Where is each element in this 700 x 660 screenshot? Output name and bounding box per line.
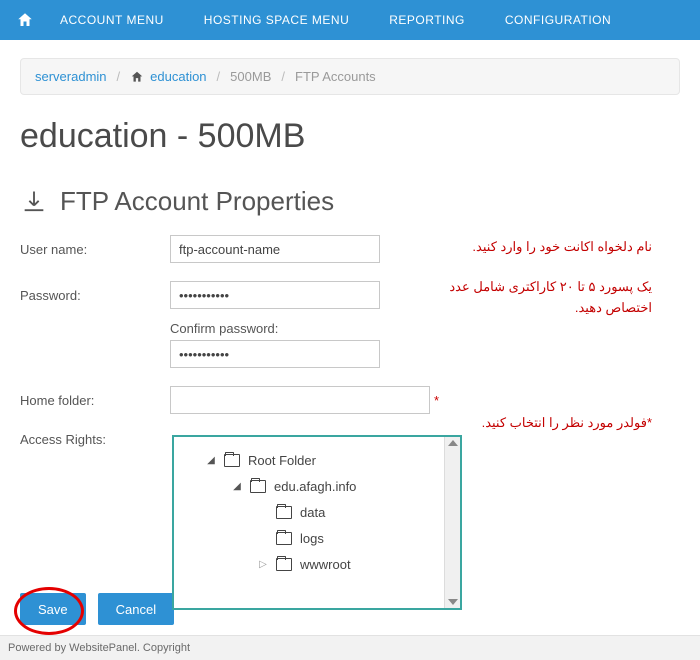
tree-item-root[interactable]: ◢ Root Folder — [180, 447, 454, 473]
scroll-up-icon[interactable] — [448, 440, 458, 446]
breadcrumb-sep: / — [217, 69, 221, 84]
folder-icon — [276, 558, 292, 571]
nav-hosting-space-menu[interactable]: HOSTING SPACE MENU — [184, 0, 369, 40]
tree-item-label: data — [300, 505, 325, 520]
breadcrumb-sep: / — [117, 69, 121, 84]
tree-item-domain[interactable]: ◢ edu.afagh.info — [180, 473, 454, 499]
tree-item-logs[interactable]: logs — [180, 525, 454, 551]
cancel-button[interactable]: Cancel — [98, 593, 174, 625]
breadcrumb-sep: / — [281, 69, 285, 84]
folder-icon — [224, 454, 240, 467]
nav-configuration[interactable]: CONFIGURATION — [485, 0, 631, 40]
annotation-username: نام دلخواه اکانت خود را وارد کنید. — [472, 237, 652, 258]
tree-item-label: wwwroot — [300, 557, 351, 572]
required-mark: * — [434, 393, 439, 408]
nav-reporting[interactable]: REPORTING — [369, 0, 485, 40]
scroll-down-icon[interactable] — [448, 599, 458, 605]
confirm-password-input[interactable] — [170, 340, 380, 368]
tree-expander-icon[interactable]: ◢ — [206, 455, 216, 466]
annotation-password: یک پسورد ۵ تا ۲۰ کاراکتری شامل عدد اختصا… — [422, 277, 652, 319]
download-icon — [20, 188, 48, 216]
folder-icon — [250, 480, 266, 493]
section-title: FTP Account Properties — [60, 186, 334, 217]
breadcrumb: serveradmin / education / 500MB / FTP Ac… — [20, 58, 680, 95]
folder-tree-dropdown: ◢ Root Folder ◢ edu.afagh.info data logs… — [172, 435, 462, 610]
tree-item-label: edu.afagh.info — [274, 479, 356, 494]
row-confirm-password: Confirm password: — [170, 321, 680, 368]
page-title: education - 500MB — [20, 117, 680, 156]
scrollbar[interactable] — [444, 437, 460, 608]
tree-item-label: logs — [300, 531, 324, 546]
username-label: User name: — [20, 242, 170, 257]
folder-icon — [276, 532, 292, 545]
home-folder-label: Home folder: — [20, 393, 170, 408]
breadcrumb-home-icon — [130, 70, 144, 84]
username-input[interactable] — [170, 235, 380, 263]
folder-tree: ◢ Root Folder ◢ edu.afagh.info data logs… — [174, 437, 460, 587]
password-input[interactable] — [170, 281, 380, 309]
save-button[interactable]: Save — [20, 593, 86, 625]
row-home-folder: Home folder: * — [20, 386, 680, 414]
footer: Powered by WebsitePanel. Copyright — [0, 635, 700, 660]
breadcrumb-admin-link[interactable]: serveradmin — [35, 69, 107, 84]
folder-icon — [276, 506, 292, 519]
nav-account-menu[interactable]: ACCOUNT MENU — [40, 0, 184, 40]
confirm-password-label: Confirm password: — [170, 321, 680, 336]
breadcrumb-space-link[interactable]: education — [150, 69, 206, 84]
tree-item-data[interactable]: data — [180, 499, 454, 525]
access-rights-label: Access Rights: — [20, 432, 170, 447]
breadcrumb-section: FTP Accounts — [295, 69, 376, 84]
tree-expander-icon[interactable]: ◢ — [232, 481, 242, 492]
save-highlight-ring: Save — [20, 593, 86, 625]
top-nav: ACCOUNT MENU HOSTING SPACE MENU REPORTIN… — [0, 0, 700, 40]
home-icon[interactable] — [10, 11, 40, 29]
ftp-form: User name: Password: Confirm password: H… — [20, 235, 680, 575]
breadcrumb-plan: 500MB — [230, 69, 271, 84]
tree-item-wwwroot[interactable]: ▷ wwwroot — [180, 551, 454, 577]
annotation-folder: *فولدر مورد نظر را انتخاب کنید. — [482, 413, 652, 434]
tree-expander-icon[interactable]: ▷ — [258, 559, 268, 570]
section-header: FTP Account Properties — [20, 186, 680, 217]
password-label: Password: — [20, 288, 170, 303]
tree-item-label: Root Folder — [248, 453, 316, 468]
home-folder-input[interactable] — [170, 386, 430, 414]
